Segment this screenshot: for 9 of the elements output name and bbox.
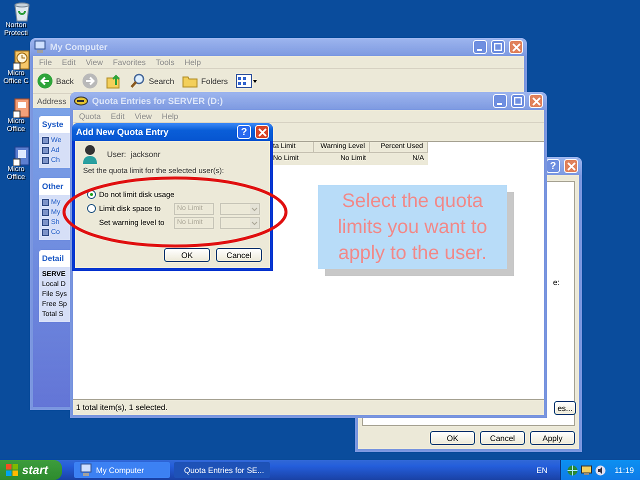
status-text: 1 total item(s), 1 selected. [73,399,544,415]
window-title: My Computer [50,42,109,52]
user-text: User: jacksonr [107,150,160,158]
clock: 11:19 [614,466,634,474]
window-title: Add New Quota Entry [76,127,170,137]
label-text: e: [553,278,561,287]
callout-text: Select the quota limits you want to apply to the user. [318,185,507,269]
window-title: Quota Entries for SERVER (D:) [92,96,224,106]
address-label: Address [37,96,66,106]
